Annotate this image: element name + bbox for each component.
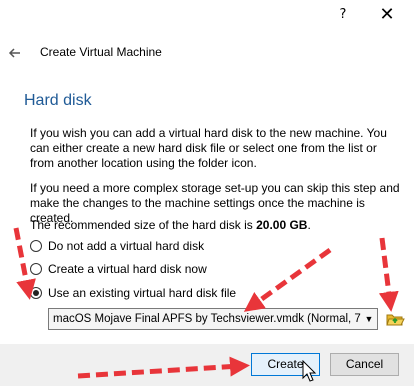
recommended-size-text: The recommended size of the hard disk is… xyxy=(30,218,311,232)
radio-existing-disk[interactable] xyxy=(30,287,42,299)
disk-file-value: macOS Mojave Final APFS by Techsviewer.v… xyxy=(53,313,378,325)
help-button[interactable]: ? xyxy=(326,4,360,26)
option-create-disk[interactable]: Create a virtual hard disk now xyxy=(30,261,207,277)
option-no-disk-label: Do not add a virtual hard disk xyxy=(48,239,205,253)
wizard-header: Create Virtual Machine xyxy=(0,32,414,74)
button-bar: Create Cancel xyxy=(0,344,414,386)
disk-file-select[interactable]: macOS Mojave Final APFS by Techsviewer.v… xyxy=(48,308,378,330)
folder-open-icon[interactable] xyxy=(384,308,406,330)
radio-no-disk[interactable] xyxy=(30,240,42,252)
radio-create-disk[interactable] xyxy=(30,263,42,275)
cancel-button[interactable]: Cancel xyxy=(330,353,399,376)
option-create-disk-label: Create a virtual hard disk now xyxy=(48,262,207,276)
title-bar: ? ✕ xyxy=(0,0,414,32)
page-heading: Hard disk xyxy=(24,92,92,109)
intro-paragraph: If you wish you can add a virtual hard d… xyxy=(30,126,387,170)
option-existing-disk[interactable]: Use an existing virtual hard disk file xyxy=(30,285,236,301)
recommended-size-value: 20.00 GB xyxy=(256,218,308,232)
option-existing-disk-label: Use an existing virtual hard disk file xyxy=(48,286,237,300)
mouse-cursor-icon xyxy=(302,360,317,382)
wizard-page: Hard disk If you wish you can add a virt… xyxy=(0,74,414,344)
wizard-title: Create Virtual Machine xyxy=(40,45,162,59)
option-no-disk[interactable]: Do not add a virtual hard disk xyxy=(30,238,204,254)
back-arrow-icon[interactable] xyxy=(6,44,24,62)
chevron-down-icon[interactable]: ▼ xyxy=(361,309,377,329)
close-button[interactable]: ✕ xyxy=(370,4,404,26)
